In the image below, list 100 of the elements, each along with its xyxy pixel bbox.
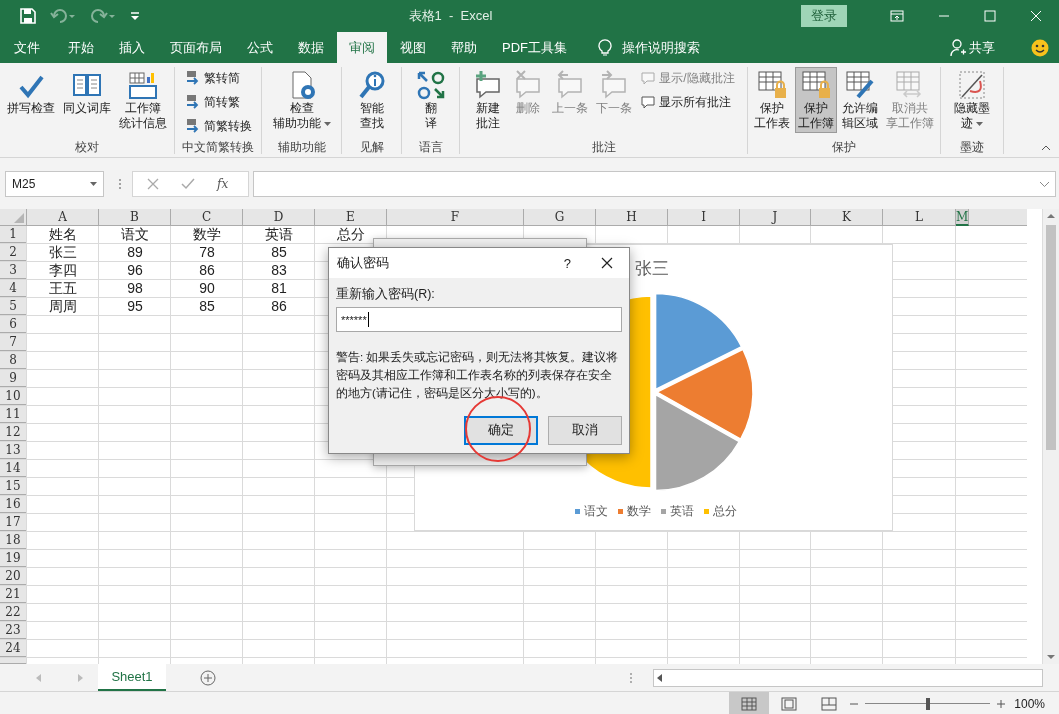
grid-lock-icon <box>756 69 788 101</box>
zoom-slider-thumb[interactable] <box>925 697 930 710</box>
ribbon-button[interactable]: 保护工作表 <box>751 67 793 133</box>
next-sheet-icon[interactable] <box>78 673 84 682</box>
row-header[interactable]: 14 <box>0 460 27 477</box>
drag-handle-icon[interactable] <box>118 178 122 190</box>
previous-sheet-icon[interactable] <box>36 673 42 682</box>
ribbon-display-icon[interactable] <box>890 10 904 22</box>
column-header[interactable]: D <box>243 209 315 226</box>
smiley-icon[interactable] <box>1031 38 1049 57</box>
row-header[interactable]: 21 <box>0 586 27 603</box>
row-header[interactable]: 19 <box>0 550 27 567</box>
ribbon-button[interactable]: 简繁转换 <box>181 115 255 137</box>
column-header[interactable]: H <box>596 209 668 226</box>
column-header[interactable]: B <box>99 209 171 226</box>
column-header[interactable]: I <box>668 209 740 226</box>
row-header[interactable]: 24 <box>0 640 27 657</box>
row-header[interactable]: 13 <box>0 442 27 459</box>
name-box[interactable]: M25 <box>5 171 104 197</box>
column-header[interactable]: F <box>387 209 524 226</box>
column-header[interactable]: G <box>524 209 596 226</box>
share-button[interactable]: 共享 <box>969 38 995 57</box>
column-header[interactable]: A <box>27 209 99 226</box>
formula-input[interactable] <box>253 171 1056 197</box>
ribbon-button[interactable]: 显示所有批注 <box>637 91 738 113</box>
search-prompt[interactable]: 操作说明搜索 <box>622 38 700 57</box>
drag-handle-icon[interactable] <box>629 671 633 684</box>
add-sheet-icon[interactable] <box>200 669 216 686</box>
row-header[interactable]: 15 <box>0 478 27 495</box>
window-title: 表格1 - Excel <box>407 7 494 25</box>
row-header[interactable]: 18 <box>0 532 27 549</box>
ribbon-tab[interactable]: 视图 <box>388 32 438 63</box>
save-icon[interactable] <box>20 8 36 24</box>
row-header[interactable]: 7 <box>0 334 27 351</box>
table-cell-text: 83 <box>270 262 288 279</box>
ribbon-tab[interactable]: 审阅 <box>337 32 387 63</box>
login-button[interactable]: 登录 <box>801 5 847 27</box>
row-header[interactable]: 17 <box>0 514 27 531</box>
row-header[interactable]: 1 <box>0 226 27 243</box>
lightbulb-icon <box>598 38 612 57</box>
row-header[interactable]: 3 <box>0 262 27 279</box>
ribbon-button[interactable]: 新建批注 <box>469 67 508 133</box>
row-header[interactable]: 2 <box>0 244 27 261</box>
maximize-icon[interactable] <box>984 10 996 22</box>
scrollbar-thumb[interactable] <box>1046 225 1056 450</box>
ribbon-button[interactable]: 工作簿统计信息 <box>116 67 170 133</box>
ribbon-tab[interactable]: 帮助 <box>439 32 489 63</box>
column-header[interactable]: K <box>811 209 883 226</box>
zoom-in-icon[interactable] <box>996 698 1007 709</box>
cancel-button[interactable]: 取消 <box>548 416 622 445</box>
horizontal-scrollbar[interactable] <box>653 668 1043 687</box>
row-header[interactable]: 20 <box>0 568 27 585</box>
row-header[interactable]: 8 <box>0 352 27 369</box>
row-header[interactable]: 22 <box>0 604 27 621</box>
collapse-icon[interactable] <box>1041 145 1051 151</box>
ribbon-button[interactable]: 简转繁 <box>181 91 255 113</box>
row-header[interactable]: 11 <box>0 406 27 423</box>
insert-function-button[interactable]: fx <box>217 177 229 191</box>
column-header[interactable]: E <box>315 209 387 226</box>
ribbon-tab[interactable]: 公式 <box>235 32 285 63</box>
cancel-icon[interactable] <box>147 178 159 190</box>
column-header[interactable]: M <box>956 209 970 226</box>
row-header[interactable] <box>0 658 27 664</box>
help-button[interactable]: ? <box>563 255 571 271</box>
ribbon-tab[interactable]: 开始 <box>56 32 106 63</box>
expand-icon[interactable] <box>1040 181 1049 187</box>
normal-view-button[interactable] <box>729 692 770 714</box>
pen-stroke-icon <box>956 69 988 101</box>
ribbon-button[interactable]: 智能查找 <box>352 67 391 133</box>
row-header[interactable]: 5 <box>0 298 27 315</box>
sheet-tab[interactable]: Sheet1 <box>98 664 166 691</box>
ribbon-tab[interactable]: 插入 <box>107 32 157 63</box>
password-field[interactable]: ****** <box>336 307 622 332</box>
table-cell-text: 总分 <box>336 226 366 243</box>
ribbon-button[interactable]: 允许编辑区域 <box>839 67 881 133</box>
customize-icon[interactable] <box>130 11 140 21</box>
ribbon-tab[interactable]: 数据 <box>286 32 336 63</box>
column-header[interactable]: J <box>740 209 811 226</box>
ok-button[interactable]: 确定 <box>464 416 538 445</box>
close-icon[interactable] <box>601 257 613 269</box>
ribbon-tab[interactable]: 文件 <box>0 32 52 63</box>
row-header[interactable]: 10 <box>0 388 27 405</box>
column-header[interactable]: C <box>171 209 243 226</box>
row-header[interactable]: 23 <box>0 622 27 639</box>
ribbon-button[interactable]: 繁转简 <box>181 67 255 89</box>
row-header[interactable]: 9 <box>0 370 27 387</box>
ribbon-button[interactable]: 隐藏墨迹 <box>951 67 993 133</box>
row-header[interactable]: 6 <box>0 316 27 333</box>
ribbon-tab[interactable]: 页面布局 <box>158 32 234 63</box>
ribbon-button[interactable]: 保护工作簿 <box>795 67 837 133</box>
zoom-level[interactable]: 100% <box>1014 696 1045 711</box>
ribbon-button[interactable]: 拼写检查 <box>4 67 58 118</box>
ribbon-button[interactable]: 同义词库 <box>60 67 114 118</box>
row-header[interactable]: 4 <box>0 280 27 297</box>
ribbon-button[interactable]: 翻译 <box>411 67 450 133</box>
ribbon-tab[interactable]: PDF工具集 <box>490 32 579 63</box>
row-header[interactable]: 16 <box>0 496 27 513</box>
ribbon-button[interactable]: 检查辅助功能 <box>269 67 334 133</box>
checkmark-icon[interactable] <box>181 178 195 190</box>
row-header[interactable]: 12 <box>0 424 27 441</box>
